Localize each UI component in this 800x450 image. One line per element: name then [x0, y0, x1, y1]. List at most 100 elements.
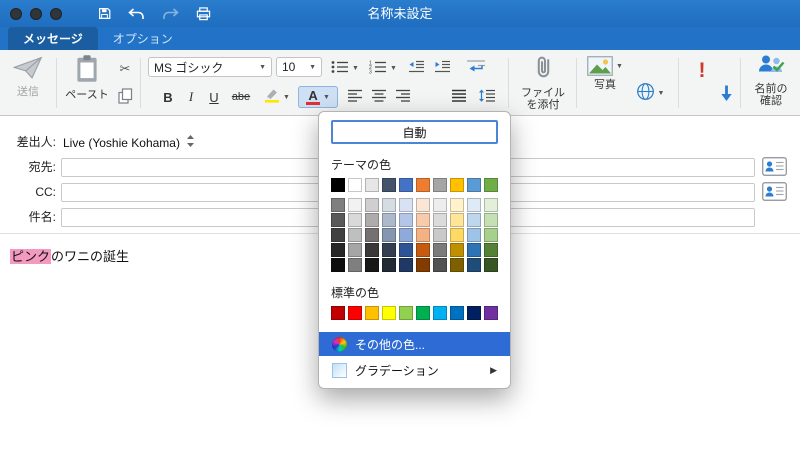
- color-swatch[interactable]: [331, 213, 345, 227]
- color-swatch[interactable]: [484, 178, 498, 192]
- color-swatch[interactable]: [365, 243, 379, 257]
- color-swatch[interactable]: [348, 213, 362, 227]
- font-color-button[interactable]: A ▼: [298, 86, 338, 108]
- color-swatch[interactable]: [416, 228, 430, 242]
- color-swatch[interactable]: [331, 243, 345, 257]
- highlight-color-button[interactable]: ▼: [259, 86, 295, 108]
- color-swatch[interactable]: [348, 258, 362, 272]
- color-swatch[interactable]: [365, 198, 379, 212]
- redo-icon[interactable]: [162, 7, 179, 20]
- increase-indent-button[interactable]: [430, 57, 454, 79]
- strikethrough-button[interactable]: abe: [227, 86, 255, 108]
- cc-address-book-button[interactable]: [761, 182, 787, 203]
- color-swatch[interactable]: [348, 228, 362, 242]
- color-swatch[interactable]: [399, 213, 413, 227]
- color-swatch[interactable]: [484, 198, 498, 212]
- color-swatch[interactable]: [450, 243, 464, 257]
- high-importance-button[interactable]: !: [690, 58, 714, 84]
- undo-icon[interactable]: [128, 7, 145, 20]
- send-button[interactable]: 送信: [4, 56, 52, 98]
- justify-button[interactable]: [448, 86, 470, 108]
- tab-options[interactable]: オプション: [98, 27, 188, 50]
- copy-button[interactable]: [114, 86, 136, 108]
- color-swatch[interactable]: [399, 306, 413, 320]
- italic-button[interactable]: I: [181, 86, 201, 108]
- color-swatch[interactable]: [365, 213, 379, 227]
- color-swatch[interactable]: [348, 178, 362, 192]
- numbered-list-button[interactable]: \n123 ▼: [366, 57, 400, 79]
- font-size-select[interactable]: 10 ▼: [276, 57, 322, 77]
- color-swatch[interactable]: [450, 198, 464, 212]
- color-swatch[interactable]: [467, 178, 481, 192]
- color-swatch[interactable]: [399, 228, 413, 242]
- close-button[interactable]: [10, 8, 22, 20]
- color-swatch[interactable]: [433, 306, 447, 320]
- color-swatch[interactable]: [467, 258, 481, 272]
- color-swatch[interactable]: [467, 228, 481, 242]
- color-swatch[interactable]: [433, 228, 447, 242]
- bullet-list-button[interactable]: ▼: [328, 57, 362, 79]
- color-swatch[interactable]: [348, 198, 362, 212]
- color-swatch[interactable]: [331, 228, 345, 242]
- tab-message[interactable]: メッセージ: [8, 27, 98, 50]
- color-swatch[interactable]: [484, 306, 498, 320]
- color-swatch[interactable]: [331, 258, 345, 272]
- color-swatch[interactable]: [382, 213, 396, 227]
- bold-button[interactable]: B: [158, 86, 178, 108]
- color-swatch[interactable]: [382, 198, 396, 212]
- align-right-button[interactable]: [392, 86, 414, 108]
- low-importance-button[interactable]: [714, 82, 738, 108]
- color-swatch[interactable]: [348, 306, 362, 320]
- from-selector[interactable]: Live (Yoshie Kohama): [63, 133, 195, 152]
- more-colors-item[interactable]: その他の色...: [319, 332, 510, 356]
- color-swatch[interactable]: [433, 178, 447, 192]
- color-swatch[interactable]: [450, 213, 464, 227]
- color-swatch[interactable]: [467, 243, 481, 257]
- print-icon[interactable]: [196, 6, 211, 21]
- color-swatch[interactable]: [382, 306, 396, 320]
- color-swatch[interactable]: [399, 258, 413, 272]
- color-swatch[interactable]: [416, 198, 430, 212]
- color-swatch[interactable]: [433, 243, 447, 257]
- color-swatch[interactable]: [416, 306, 430, 320]
- color-swatch[interactable]: [450, 306, 464, 320]
- color-swatch[interactable]: [467, 198, 481, 212]
- message-body[interactable]: ピンクのワニの誕生: [10, 246, 129, 265]
- color-swatch[interactable]: [450, 178, 464, 192]
- align-center-button[interactable]: [368, 86, 390, 108]
- save-icon[interactable]: [98, 7, 111, 20]
- gradient-item[interactable]: グラデーション ▶: [319, 358, 510, 382]
- color-swatch[interactable]: [484, 228, 498, 242]
- text-wrap-button[interactable]: [462, 56, 490, 78]
- minimize-button[interactable]: [30, 8, 42, 20]
- color-swatch[interactable]: [450, 228, 464, 242]
- color-swatch[interactable]: [399, 198, 413, 212]
- color-swatch[interactable]: [484, 213, 498, 227]
- decrease-indent-button[interactable]: [404, 57, 428, 79]
- photo-button[interactable]: ▼ 写真: [582, 56, 628, 91]
- color-swatch[interactable]: [484, 243, 498, 257]
- color-swatch[interactable]: [450, 258, 464, 272]
- color-swatch[interactable]: [433, 198, 447, 212]
- color-swatch[interactable]: [399, 243, 413, 257]
- color-swatch[interactable]: [416, 258, 430, 272]
- color-swatch[interactable]: [416, 243, 430, 257]
- color-swatch[interactable]: [416, 213, 430, 227]
- color-swatch[interactable]: [382, 178, 396, 192]
- automatic-color-button[interactable]: 自動: [331, 120, 498, 144]
- color-swatch[interactable]: [467, 306, 481, 320]
- color-swatch[interactable]: [399, 178, 413, 192]
- underline-button[interactable]: U: [204, 86, 224, 108]
- color-swatch[interactable]: [467, 213, 481, 227]
- color-swatch[interactable]: [484, 258, 498, 272]
- color-swatch[interactable]: [348, 243, 362, 257]
- color-swatch[interactable]: [331, 198, 345, 212]
- color-swatch[interactable]: [365, 258, 379, 272]
- zoom-button[interactable]: [50, 8, 62, 20]
- paste-button[interactable]: ペースト: [62, 54, 112, 101]
- color-swatch[interactable]: [331, 306, 345, 320]
- cut-button[interactable]: ✂: [114, 58, 136, 80]
- color-swatch[interactable]: [382, 243, 396, 257]
- hyperlink-globe-button[interactable]: ▼: [634, 82, 666, 104]
- check-names-button[interactable]: 名前の 確認: [744, 53, 798, 107]
